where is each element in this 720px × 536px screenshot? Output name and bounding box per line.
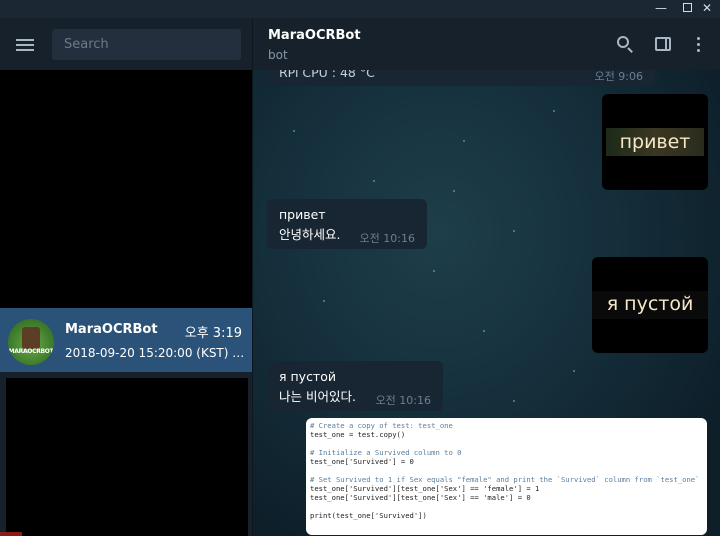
message-bubble-incoming[interactable]: RPi CPU : 48 °C 오전 9:06 bbox=[267, 70, 655, 86]
chat-list-obscured-area-2 bbox=[6, 378, 248, 536]
photo-caption-text: привет bbox=[619, 131, 691, 153]
avatar: MARAOCRBOT bbox=[8, 319, 54, 365]
message-time: 오전 10:16 bbox=[375, 394, 431, 407]
search-placeholder: Search bbox=[64, 37, 109, 52]
message-text-line2: 안녕하세요. bbox=[279, 227, 341, 242]
chat-item-time: 오후 3:19 bbox=[184, 326, 242, 341]
chat-list-partial-item bbox=[0, 532, 22, 536]
code-line: test_one['Survived'][test_one['Sex'] == … bbox=[310, 493, 531, 502]
code-line: print(test_one['Survived']) bbox=[310, 511, 427, 520]
code-line: # Create a copy of test: test_one bbox=[310, 421, 453, 430]
message-text-line1: я пустой bbox=[279, 369, 336, 384]
peer-name[interactable]: MaraOCRBot bbox=[268, 28, 361, 43]
photo-message[interactable]: привет bbox=[602, 94, 708, 190]
chat-item-name: MaraOCRBot bbox=[65, 322, 158, 337]
chat-list-header: Search bbox=[0, 18, 252, 70]
code-screenshot-photo[interactable]: # Create a copy of test: test_one test_o… bbox=[306, 418, 707, 535]
chat-list-panel: Search MARAOCRBOT MaraOCRBot 오후 3:19 201… bbox=[0, 18, 252, 536]
search-icon[interactable] bbox=[615, 34, 635, 54]
hamburger-icon[interactable] bbox=[16, 39, 34, 51]
message-time: 오전 10:16 bbox=[359, 232, 415, 245]
message-text: RPi CPU : 48 °C bbox=[279, 70, 375, 80]
photo-caption-text: я пустой bbox=[606, 293, 694, 315]
sidebar-toggle-icon[interactable] bbox=[653, 34, 673, 54]
message-bubble-incoming[interactable]: привет 안녕하세요. 오전 10:16 bbox=[267, 199, 427, 249]
message-text-line2: 나는 비어있다. bbox=[279, 389, 356, 404]
more-vertical-icon[interactable] bbox=[689, 34, 709, 54]
close-button[interactable]: ✕ bbox=[700, 1, 714, 15]
code-line: # Set Survived to 1 if Sex equals "femal… bbox=[310, 475, 700, 484]
conversation-header: MaraOCRBot bot bbox=[253, 18, 720, 70]
code-line: test_one['Survived'] = 0 bbox=[310, 457, 414, 466]
code-line: test_one['Survived'][test_one['Sex'] == … bbox=[310, 484, 540, 493]
search-input[interactable]: Search bbox=[52, 29, 241, 60]
code-line: # Initialize a Survived column to 0 bbox=[310, 448, 462, 457]
message-bubble-incoming[interactable]: я пустой 나는 비어있다. 오전 10:16 bbox=[267, 361, 443, 411]
chat-list-obscured-area bbox=[0, 70, 252, 308]
minimize-button[interactable]: — bbox=[654, 1, 668, 15]
maximize-icon bbox=[682, 3, 692, 12]
maximize-button[interactable] bbox=[680, 1, 694, 15]
chat-item-preview: 2018-09-20 15:20:00 (KST) 15:... bbox=[65, 346, 245, 360]
chat-list-item-active[interactable]: MARAOCRBOT MaraOCRBot 오후 3:19 2018-09-20… bbox=[0, 308, 252, 372]
window-titlebar: — ✕ bbox=[0, 0, 720, 18]
peer-status: bot bbox=[268, 48, 288, 62]
message-time: 오전 9:06 bbox=[594, 70, 643, 83]
photo-message[interactable]: я пустой bbox=[592, 257, 708, 353]
message-area[interactable]: RPi CPU : 48 °C 오전 9:06 привет привет 안녕… bbox=[253, 70, 720, 536]
code-line: test_one = test.copy() bbox=[310, 430, 406, 439]
message-text-line1: привет bbox=[279, 207, 326, 222]
